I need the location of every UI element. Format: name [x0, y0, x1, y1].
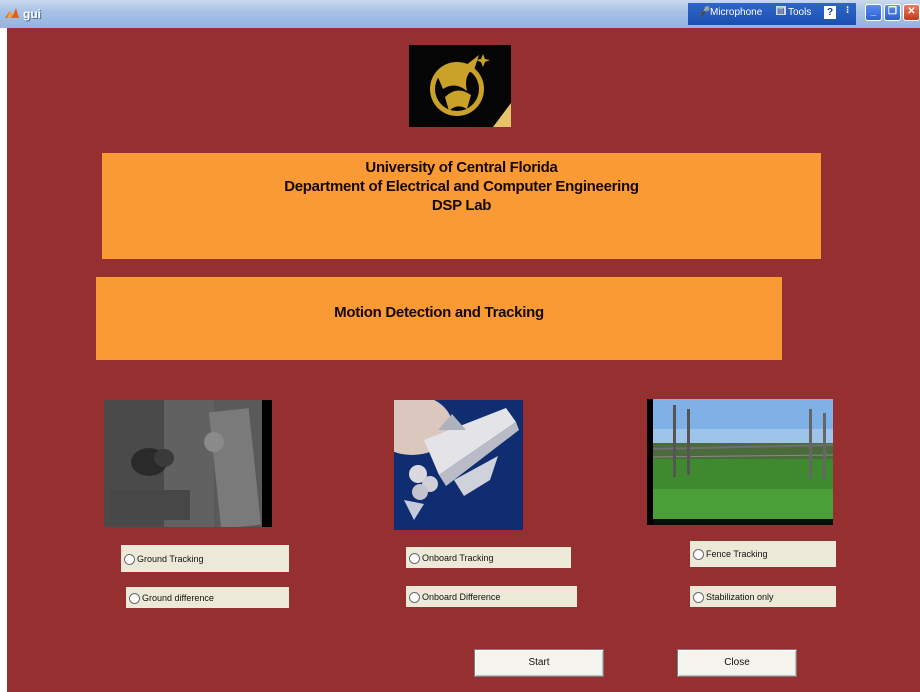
ucf-logo	[409, 45, 511, 127]
radio-button[interactable]	[124, 553, 135, 565]
figure-canvas: University of Central Florida Department…	[7, 28, 920, 692]
close-button[interactable]: Close	[677, 649, 797, 677]
radio-button[interactable]	[409, 552, 420, 564]
onboard-difference-option[interactable]: Onboard Difference	[406, 586, 577, 607]
close-icon: ✕	[907, 6, 916, 17]
ground-difference-option[interactable]: Ground difference	[126, 587, 289, 608]
options-icon[interactable]: ⁝	[846, 5, 849, 16]
language-bar: 🎤 Microphone ▤ Tools ? ⁝	[688, 3, 856, 25]
option-label: Onboard Difference	[422, 591, 501, 602]
onboard-tracking-option[interactable]: Onboard Tracking	[406, 547, 571, 568]
stabilization-only-option[interactable]: Stabilization only	[690, 586, 836, 607]
fence-tracking-option[interactable]: Fence Tracking	[690, 541, 836, 567]
university-name: University of Central Florida	[365, 159, 558, 176]
project-title-banner: Motion Detection and Tracking	[96, 277, 782, 360]
maximize-button[interactable]: ❐	[884, 4, 901, 21]
project-title: Motion Detection and Tracking	[334, 304, 544, 321]
ground-tracking-image	[104, 400, 272, 527]
microphone-button[interactable]: Microphone	[710, 7, 762, 18]
option-label: Fence Tracking	[706, 549, 768, 559]
radio-button[interactable]	[693, 591, 704, 603]
department-name: Department of Electrical and Computer En…	[284, 178, 639, 195]
option-label: Ground difference	[142, 592, 214, 603]
help-button[interactable]: ?	[824, 6, 836, 19]
window-title: gui	[23, 7, 41, 21]
start-button[interactable]: Start	[474, 649, 604, 677]
radio-button[interactable]	[129, 592, 140, 604]
lab-name: DSP Lab	[431, 197, 492, 214]
tools-button[interactable]: Tools	[788, 7, 811, 18]
ground-tracking-option[interactable]: Ground Tracking	[121, 545, 289, 572]
microphone-icon[interactable]: 🎤	[698, 7, 710, 18]
pegasus-logo-image	[409, 45, 511, 127]
institution-banner: University of Central Florida Department…	[102, 153, 821, 259]
option-label: Stabilization only	[706, 591, 774, 602]
option-label: Ground Tracking	[137, 553, 204, 564]
radio-button[interactable]	[693, 549, 704, 560]
tools-icon[interactable]: ▤	[776, 6, 786, 15]
window-titlebar: gui 🎤 Microphone ▤ Tools ? ⁝ _ ❐ ✕	[0, 0, 920, 28]
matlab-icon	[5, 8, 19, 18]
restore-icon: ❐	[888, 6, 897, 17]
option-label: Onboard Tracking	[422, 552, 494, 563]
fence-tracking-image	[647, 399, 833, 525]
close-window-button[interactable]: ✕	[903, 4, 920, 21]
radio-button[interactable]	[409, 591, 420, 603]
onboard-tracking-image	[394, 400, 523, 530]
minimize-icon: _	[870, 6, 877, 17]
minimize-button[interactable]: _	[865, 4, 882, 21]
